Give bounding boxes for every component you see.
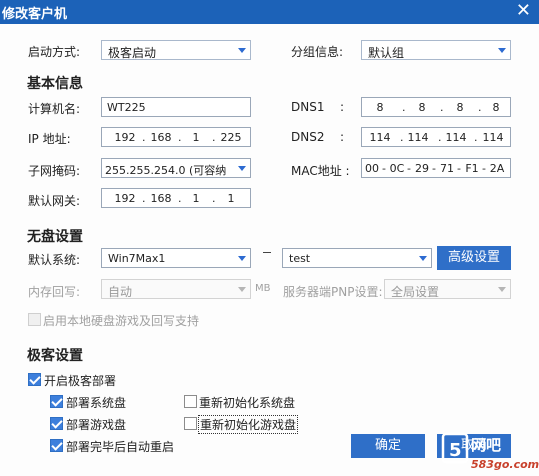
auto-reboot-label: 部署完毕后自动重启: [66, 440, 175, 454]
watermark-site: 583go.com: [471, 458, 539, 471]
mem-writeback-dropdown[interactable]: 自动: [101, 279, 251, 299]
reinit-game-checkbox[interactable]: [184, 417, 197, 430]
advanced-settings-button[interactable]: 高级设置: [437, 246, 511, 270]
title-bar: 修改客户机 ✕: [0, 0, 539, 24]
dns2-label: DNS2: [291, 130, 325, 144]
edit-client-dialog: 修改客户机 ✕ 启动方式: 极客启动 分组信息: 默认组 基本信息 计算机名: …: [0, 0, 539, 476]
mac-octet: 0C: [389, 162, 405, 175]
gateway-octet: 1: [192, 192, 200, 205]
dns1-octet: 8: [418, 101, 426, 114]
profile-dropdown[interactable]: test: [282, 248, 432, 268]
group-value: 默认组: [368, 46, 405, 60]
gateway-label: 默认网关:: [28, 194, 81, 208]
dns1-colon: :: [340, 100, 345, 114]
default-system-value: Win7Max1: [108, 252, 166, 265]
default-system-label: 默认系统:: [28, 253, 81, 267]
ip-octet: 192: [114, 131, 136, 144]
default-system-dropdown[interactable]: Win7Max1: [101, 248, 251, 268]
dns2-octet: 114: [482, 131, 504, 144]
deploy-system-checkbox[interactable]: [50, 395, 63, 408]
mem-writeback-label: 内存回写:: [28, 285, 81, 299]
dns1-octet: 8: [492, 101, 500, 114]
computer-name-value: WT225: [107, 101, 146, 114]
chevron-down-icon: [498, 287, 506, 292]
mac-label: MAC地址 :: [291, 164, 350, 178]
local-disk-checkbox[interactable]: [28, 313, 41, 326]
auto-reboot-checkbox[interactable]: [50, 439, 63, 452]
group-dropdown[interactable]: 默认组: [361, 40, 511, 60]
boot-mode-dropdown[interactable]: 极客启动: [101, 40, 251, 60]
cancel-button[interactable]: 取消: [437, 434, 511, 458]
pnp-dropdown[interactable]: 全局设置: [384, 279, 511, 299]
mac-address-field[interactable]: 00 - 0C - 29 - 71 - F1 - 2A: [361, 158, 511, 178]
enable-geek-label: 开启极客部署: [44, 374, 117, 388]
group-label: 分组信息:: [291, 45, 344, 59]
dns2-octet: 114: [407, 131, 429, 144]
dns2-colon: :: [340, 130, 345, 144]
chevron-down-icon: [238, 166, 246, 171]
subnet-dropdown[interactable]: 255.255.254.0 (可容纳: [101, 158, 251, 178]
pnp-label: 服务器端PNP设置:: [283, 285, 383, 299]
chevron-down-icon: [238, 256, 246, 261]
enable-geek-checkbox[interactable]: [28, 373, 41, 386]
reinit-game-label: 重新初始化游戏盘: [198, 415, 299, 434]
close-icon[interactable]: ✕: [516, 1, 531, 21]
ip-octet: 168: [150, 131, 172, 144]
computer-name-label: 计算机名:: [28, 102, 81, 116]
dns2-octet: 114: [369, 131, 391, 144]
ip-octet: 225: [220, 131, 242, 144]
mem-unit: MB: [255, 283, 271, 294]
gateway-octet: 168: [150, 192, 172, 205]
reinit-system-checkbox[interactable]: [184, 395, 197, 408]
local-disk-label: 启用本地硬盘游戏及回写支持: [43, 314, 200, 328]
gateway-octet: 1: [227, 192, 235, 205]
diskless-heading: 无盘设置: [27, 229, 83, 245]
dns1-label: DNS1: [291, 100, 325, 114]
subnet-label: 子网掩码:: [28, 164, 81, 178]
dns2-field[interactable]: 114 . 114 . 114 . 114: [361, 127, 511, 147]
geek-heading: 极客设置: [27, 348, 83, 364]
window-title: 修改客户机: [2, 7, 68, 22]
deploy-system-label: 部署系统盘: [66, 396, 127, 410]
ip-address-field[interactable]: 192 . 168 . 1 . 225: [101, 127, 251, 147]
deploy-game-checkbox[interactable]: [50, 417, 63, 430]
separator-dash: [263, 252, 271, 253]
mem-writeback-value: 自动: [108, 285, 133, 299]
dns2-octet: 114: [445, 131, 467, 144]
mac-octet: 2A: [489, 162, 505, 175]
reinit-system-label: 重新初始化系统盘: [199, 396, 296, 410]
dns1-octet: 8: [456, 101, 464, 114]
boot-mode-label: 启动方式:: [28, 45, 81, 59]
ok-button[interactable]: 确定: [351, 434, 425, 458]
chevron-down-icon: [238, 48, 246, 53]
ip-octet: 1: [192, 131, 200, 144]
profile-value: test: [289, 252, 311, 265]
chevron-down-icon: [238, 287, 246, 292]
boot-mode-value: 极客启动: [108, 46, 157, 60]
subnet-value: 255.255.254.0 (可容纳: [105, 164, 227, 177]
mac-octet: 71: [440, 162, 454, 175]
dns1-field[interactable]: 8 . 8 . 8 . 8: [361, 97, 511, 117]
mac-octet: 00: [365, 162, 379, 175]
pnp-value: 全局设置: [391, 285, 440, 299]
deploy-game-label: 部署游戏盘: [66, 418, 127, 432]
chevron-down-icon: [419, 256, 427, 261]
ip-label: IP 地址:: [28, 132, 71, 146]
gateway-octet: 192: [114, 192, 136, 205]
mac-octet: 29: [415, 162, 429, 175]
gateway-field[interactable]: 192 . 168 . 1 . 1: [101, 188, 251, 208]
mac-octet: F1: [465, 162, 479, 175]
chevron-down-icon: [498, 48, 506, 53]
basic-info-heading: 基本信息: [27, 76, 83, 92]
computer-name-field[interactable]: WT225: [101, 97, 251, 117]
dns1-octet: 8: [376, 101, 384, 114]
